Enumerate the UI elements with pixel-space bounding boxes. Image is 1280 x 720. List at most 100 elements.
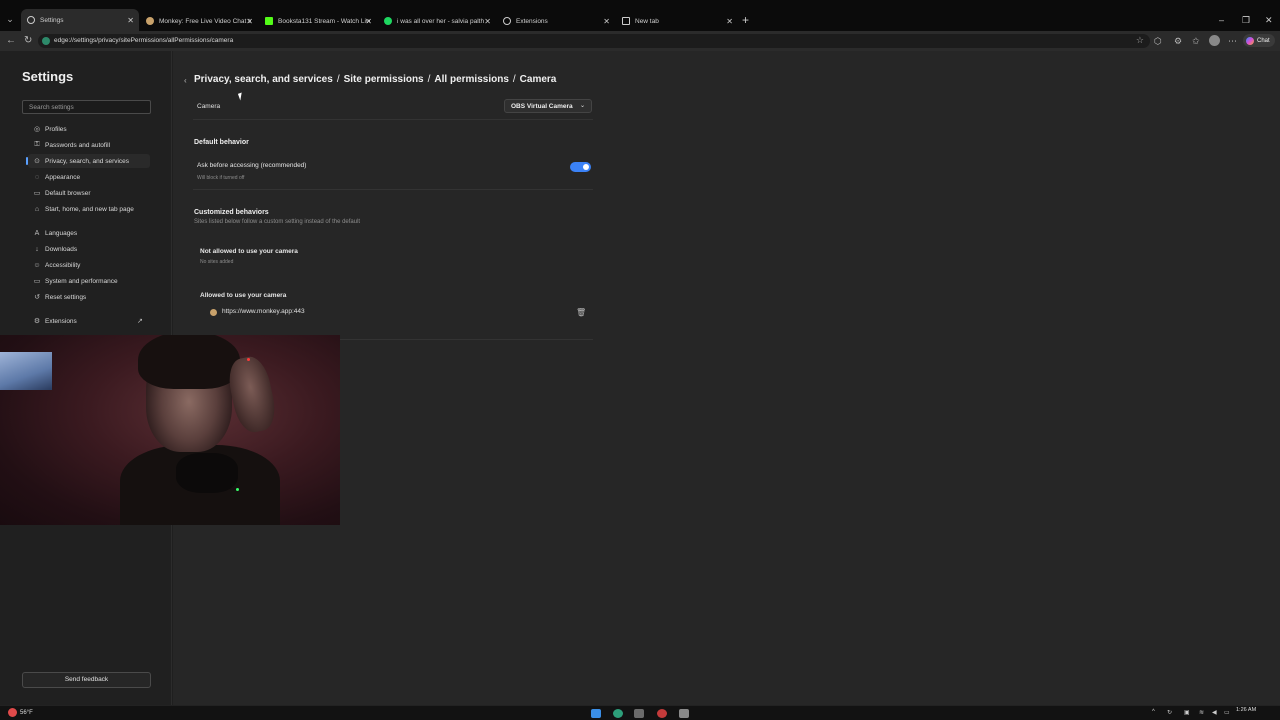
clock[interactable]: 1:26 AM [1236,707,1256,714]
profile-avatar[interactable] [1209,35,1220,46]
favorites-icon[interactable]: ✩ [1192,35,1200,47]
sidebar-item-system[interactable]: ▭ System and performance [28,274,150,288]
tab-monkey[interactable]: Monkey: Free Live Video Chat to M ✕ [140,11,258,31]
sidebar-item-label: Extensions [45,317,77,325]
camera-device-select[interactable]: OBS Virtual Camera ⌄ [504,99,592,113]
sidebar-item-label: Passwords and autofill [45,141,111,149]
blocked-sites-empty: No sites added [200,259,234,265]
sidebar-item-accessibility[interactable]: ☺ Accessibility [28,258,150,272]
wifi-icon[interactable]: ≋ [1199,709,1204,716]
tab-spotify[interactable]: i was all over her - salvia palth ✕ [378,11,496,31]
tray-app-icon[interactable]: ▣ [1184,709,1190,716]
browser-toolbar: ← ↻ edge://settings/privacy/sitePermissi… [0,31,1280,51]
close-icon[interactable]: ✕ [484,11,491,31]
blocked-sites-heading: Not allowed to use your camera [200,248,298,255]
obs-taskbar-icon[interactable] [657,709,667,718]
split-screen-icon[interactable]: ⚙ [1174,35,1182,47]
sidebar-item-label: Start, home, and new tab page [45,205,134,213]
chevron-down-icon: ⌄ [579,103,585,109]
sidebar-item-label: Downloads [45,245,78,253]
minimize-icon[interactable]: – [1219,15,1224,25]
tab-kick-stream[interactable]: Booksta131 Stream - Watch Live o ✕ [259,11,377,31]
tab-label: i was all over her - salvia palth [397,17,485,25]
sidebar-item-label: Reset settings [45,293,87,301]
sidebar-item-label: Appearance [45,173,81,181]
ask-before-accessing-label: Ask before accessing (recommended) [197,162,307,169]
refresh-icon[interactable]: ↻ [24,35,32,47]
weather-widget[interactable]: 56°F [8,708,33,717]
site-url[interactable]: https://www.monkey.app:443 [222,308,305,315]
sidebar-item-privacy[interactable]: ⊙ Privacy, search, and services [26,154,150,168]
volume-icon[interactable]: ◀ [1212,709,1217,716]
close-icon[interactable]: ✕ [246,11,253,31]
extensions-icon [503,17,511,25]
sidebar-item-default-browser[interactable]: ▭ Default browser [28,186,150,200]
default-behavior-row: Ask before accessing (recommended) Will … [193,156,593,190]
page-title: Camera [519,74,557,85]
monkey-icon [210,309,217,316]
windows-start-icon[interactable] [591,709,601,718]
app-taskbar-icon[interactable] [679,709,689,718]
sidebar-item-appearance[interactable]: ◌ Appearance [28,170,150,184]
tab-label: Monkey: Free Live Video Chat to M [159,17,251,25]
customized-behaviors-description: Sites listed below follow a custom setti… [194,219,361,225]
window-close-icon[interactable]: ✕ [1265,15,1273,26]
copilot-chat-button[interactable]: Chat [1243,34,1275,47]
new-tab-button[interactable]: + [742,14,749,26]
extensions-puzzle-icon[interactable]: ⬡ [1154,35,1162,47]
breadcrumb-separator: / [336,74,340,85]
sidebar-item-reset[interactable]: ↺ Reset settings [28,290,150,304]
microphone [176,453,238,493]
tray-chevron-icon[interactable]: ^ [1152,709,1155,715]
battery-icon[interactable]: ▭ [1224,709,1230,716]
edge-taskbar-icon[interactable] [613,709,623,718]
tab-settings[interactable]: Settings ✕ [21,9,139,31]
close-icon[interactable]: ✕ [726,11,733,31]
tab-extensions[interactable]: Extensions ✕ [497,11,615,31]
gear-icon [27,16,35,24]
sidebar-item-start-home[interactable]: ⌂ Start, home, and new tab page [28,202,150,216]
sidebar-item-label: Privacy, search, and services [45,157,130,165]
person-hair [138,335,240,389]
sidebar-item-languages[interactable]: A Languages [28,226,150,240]
ask-before-accessing-description: Will block if turned off [197,175,245,181]
profile-icon: ◎ [33,126,41,133]
back-arrow-icon[interactable]: ← [6,35,16,47]
spotify-icon [384,17,392,25]
app-taskbar-icon[interactable] [634,709,644,718]
back-chevron-icon[interactable]: ‹ [184,76,187,85]
palette-icon: ◌ [34,173,40,181]
more-menu-icon[interactable]: ⋯ [1228,35,1237,47]
ask-before-accessing-toggle[interactable] [570,162,591,172]
sidebar-item-downloads[interactable]: ↓ Downloads [28,242,150,256]
settings-title: Settings [22,69,74,84]
sidebar-item-passwords[interactable]: ⚿ Passwords and autofill [28,138,150,152]
send-feedback-button[interactable]: Send feedback [22,672,151,688]
breadcrumb-item[interactable]: Privacy, search, and services [194,74,333,85]
browser-icon: ▭ [33,190,41,197]
address-text: edge://settings/privacy/sitePermissions/… [54,37,234,44]
tab-label: Booksta131 Stream - Watch Live o [278,17,370,25]
search-settings-input[interactable] [22,100,151,114]
trash-icon[interactable]: 🗑 [576,308,586,317]
home-icon: ⌂ [34,205,40,213]
close-icon[interactable]: ✕ [127,9,134,31]
sidebar-item-extensions[interactable]: ⚙ Extensions [28,314,150,328]
sidebar-item-profiles[interactable]: ◎ Profiles [28,122,150,136]
close-icon[interactable]: ✕ [603,11,610,31]
system-icon: ▭ [33,278,41,285]
close-icon[interactable]: ✕ [365,11,372,31]
address-bar[interactable]: edge://settings/privacy/sitePermissions/… [38,34,1150,48]
tray-app-icon[interactable]: ↻ [1167,709,1172,716]
breadcrumb-item[interactable]: All permissions [434,74,508,85]
breadcrumb-item[interactable]: Site permissions [344,74,424,85]
key-icon: ⚿ [34,141,40,148]
red-led [247,358,250,361]
sidebar-item-label: Default browser [45,189,91,197]
tab-actions-menu-icon[interactable]: ⌄ [4,13,16,25]
person-hand [224,353,280,436]
tab-new-tab[interactable]: New tab ✕ [616,11,738,31]
restore-icon[interactable]: ❐ [1242,15,1250,26]
allowed-site-row[interactable]: https://www.monkey.app:443 🗑 [209,307,593,319]
favorite-star-icon[interactable]: ☆ [1136,35,1144,46]
